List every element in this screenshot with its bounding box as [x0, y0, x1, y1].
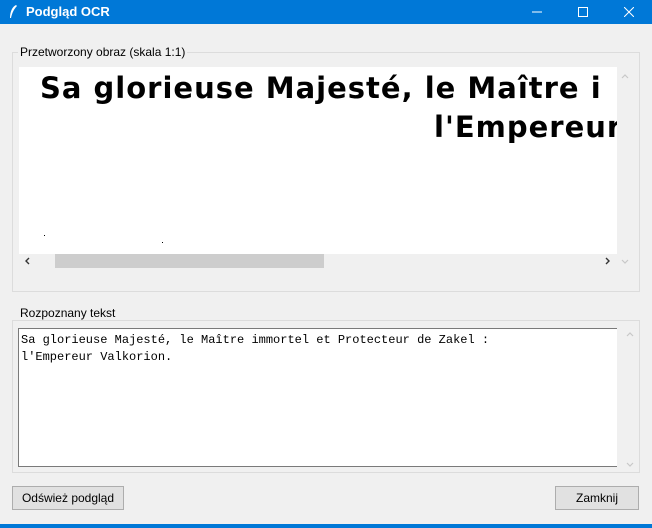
- minimize-icon: [532, 7, 542, 17]
- recognized-text-line-1: Sa glorieuse Majesté, le Maître immortel…: [21, 333, 490, 347]
- maximize-icon: [578, 7, 588, 17]
- image-horizontal-scrollbar[interactable]: [19, 254, 617, 268]
- minimize-button[interactable]: [514, 0, 560, 24]
- close-icon: [624, 7, 634, 17]
- ocr-image-line-2: l'Empereur: [434, 110, 617, 144]
- chevron-up-icon: [626, 326, 634, 340]
- noise-speck: [162, 242, 163, 243]
- chevron-down-icon: [621, 254, 629, 268]
- window-title: Podgląd OCR: [26, 4, 110, 19]
- image-scroll-down-button[interactable]: [618, 254, 632, 268]
- close-button[interactable]: Zamknij: [555, 486, 639, 510]
- chevron-up-icon: [621, 68, 629, 82]
- recognized-text-line-2: l'Empereur Valkorion.: [21, 350, 173, 364]
- ocr-image-line-1: Sa glorieuse Majesté, le Maître i: [40, 71, 602, 105]
- recognized-text-label: Rozpoznany tekst: [18, 306, 118, 320]
- title-bar[interactable]: Podgląd OCR: [0, 0, 652, 24]
- noise-speck: [44, 235, 45, 236]
- close-window-button[interactable]: [606, 0, 652, 24]
- chevron-down-icon: [626, 457, 634, 471]
- feather-icon: [8, 4, 18, 20]
- processed-image-label: Przetworzony obraz (skala 1:1): [18, 45, 188, 59]
- refresh-preview-button[interactable]: Odśwież podgląd: [12, 486, 124, 510]
- chevron-right-icon: [605, 254, 611, 268]
- text-scroll-down-button[interactable]: [623, 457, 637, 471]
- maximize-button[interactable]: [560, 0, 606, 24]
- horizontal-scroll-thumb[interactable]: [55, 254, 324, 268]
- chevron-left-icon: [24, 254, 30, 268]
- window-bottom-edge: [0, 524, 652, 528]
- image-scroll-up-button[interactable]: [618, 68, 632, 82]
- text-scroll-up-button[interactable]: [623, 326, 637, 340]
- scroll-left-button[interactable]: [21, 254, 33, 268]
- scroll-right-button[interactable]: [602, 254, 614, 268]
- image-canvas[interactable]: Sa glorieuse Majesté, le Maître i l'Empe…: [19, 67, 617, 254]
- recognized-text-area[interactable]: Sa glorieuse Majesté, le Maître immortel…: [18, 328, 617, 467]
